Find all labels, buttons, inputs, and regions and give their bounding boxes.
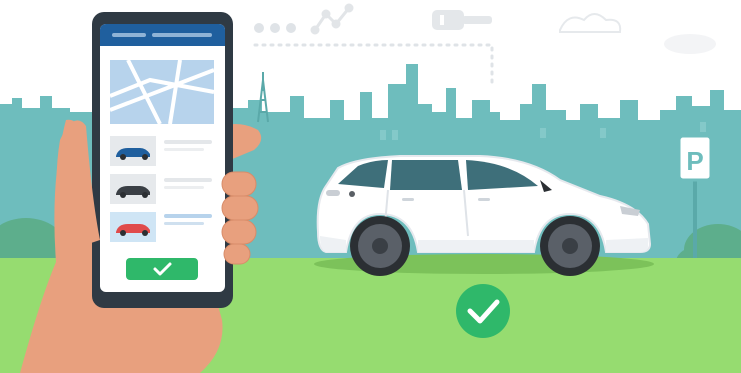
confirmation-check-icon <box>456 284 510 338</box>
front-wheel <box>540 216 600 276</box>
cloud-icon <box>664 34 716 54</box>
parking-sign-letter: P <box>686 146 703 176</box>
car-booking-illustration: P <box>0 0 741 373</box>
smartphone <box>92 12 233 308</box>
dots-icon <box>254 23 296 33</box>
rear-wheel <box>350 216 410 276</box>
illustration: P <box>0 0 741 373</box>
confirm-button[interactable] <box>126 258 198 280</box>
map-thumbnail <box>109 59 215 125</box>
